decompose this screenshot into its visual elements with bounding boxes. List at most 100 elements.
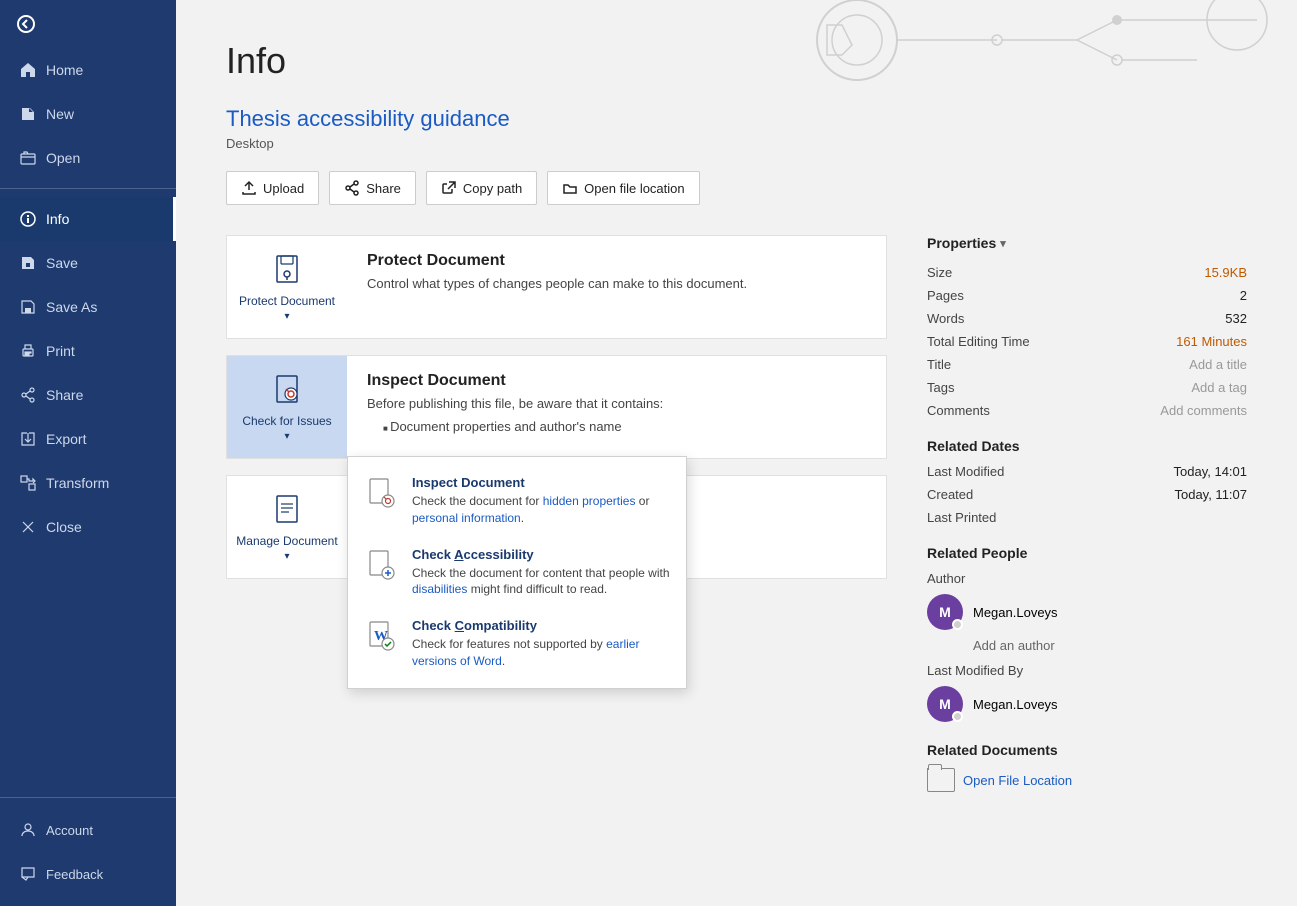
prop-value-editing-time: 161 Minutes bbox=[1176, 334, 1247, 349]
prop-label-size: Size bbox=[927, 265, 1067, 280]
inspect-document-content: Inspect Document Before publishing this … bbox=[347, 356, 886, 450]
dropdown-item-accessibility-text: Check Accessibility Check the document f… bbox=[412, 547, 670, 599]
prop-label-pages: Pages bbox=[927, 288, 1067, 303]
manage-document-icon bbox=[269, 492, 305, 528]
check-for-issues-button[interactable]: Check for Issues ▾ bbox=[227, 356, 347, 458]
dropdown-item-inspect-desc: Check the document for hidden properties… bbox=[412, 493, 670, 527]
folder-icon bbox=[927, 768, 955, 792]
sidebar-item-share[interactable]: Share bbox=[0, 373, 176, 417]
back-button[interactable] bbox=[0, 0, 176, 48]
doc-location: Desktop bbox=[226, 136, 1247, 151]
sidebar-item-transform[interactable]: Transform bbox=[0, 461, 176, 505]
protect-document-card: Protect Document ▾ Protect Document Cont… bbox=[226, 235, 887, 339]
prop-row-last-modified: Last Modified Today, 14:01 bbox=[927, 464, 1247, 479]
sidebar-label-transform: Transform bbox=[46, 475, 109, 491]
dropdown-item-accessibility-desc: Check the document for content that peop… bbox=[412, 565, 670, 599]
sidebar-item-feedback[interactable]: Feedback bbox=[0, 852, 176, 896]
copy-path-button[interactable]: Copy path bbox=[426, 171, 537, 205]
open-file-location-rel[interactable]: Open File Location bbox=[927, 768, 1247, 792]
prop-row-size: Size 15.9KB bbox=[927, 265, 1247, 280]
prop-label-editing-time: Total Editing Time bbox=[927, 334, 1067, 349]
prop-row-tags: Tags Add a tag bbox=[927, 380, 1247, 395]
open-file-location-icon bbox=[562, 180, 578, 196]
copy-path-label: Copy path bbox=[463, 181, 522, 196]
sidebar-label-export: Export bbox=[46, 431, 86, 447]
prop-label-author: Author bbox=[927, 571, 1067, 586]
avatar-status-modifier bbox=[952, 711, 963, 722]
sidebar-label-account: Account bbox=[46, 823, 93, 838]
sidebar-item-save[interactable]: Save bbox=[0, 241, 176, 285]
prop-value-last-modified: Today, 14:01 bbox=[1174, 464, 1247, 479]
copy-path-icon bbox=[441, 180, 457, 196]
prop-value-size: 15.9KB bbox=[1204, 265, 1247, 280]
sidebar-item-print[interactable]: Print bbox=[0, 329, 176, 373]
prop-value-tags[interactable]: Add a tag bbox=[1191, 380, 1247, 395]
prop-row-last-modified-by: Last Modified By bbox=[927, 663, 1247, 678]
prop-value-title[interactable]: Add a title bbox=[1189, 357, 1247, 372]
author-name-modifier: Megan.Loveys bbox=[973, 697, 1058, 712]
manage-document-button[interactable]: Manage Document ▾ bbox=[227, 476, 347, 578]
author-name-primary: Megan.Loveys bbox=[973, 605, 1058, 620]
inspect-document-card: Check for Issues ▾ Inspect Document Befo… bbox=[226, 355, 887, 459]
prop-label-last-printed: Last Printed bbox=[927, 510, 1067, 525]
protect-document-label: Protect Document ▾ bbox=[239, 294, 335, 322]
dropdown-item-compatibility-text: Check Compatibility Check for features n… bbox=[412, 618, 670, 670]
inspect-document-bullet: Document properties and author's name bbox=[383, 419, 866, 434]
properties-title: Properties bbox=[927, 235, 996, 251]
check-for-issues-icon bbox=[269, 372, 305, 408]
sidebar-item-new[interactable]: New bbox=[0, 92, 176, 136]
properties-panel: Properties ▾ Size 15.9KB Pages 2 Words 5… bbox=[927, 235, 1247, 792]
sidebar-nav: Home New Open Info Save Save As Print bbox=[0, 48, 176, 797]
upload-icon bbox=[241, 180, 257, 196]
dropdown-item-inspect[interactable]: Inspect Document Check the document for … bbox=[348, 465, 686, 537]
dropdown-item-compatibility-title: Check Compatibility bbox=[412, 618, 670, 633]
prop-value-words: 532 bbox=[1225, 311, 1247, 326]
content-layout: Protect Document ▾ Protect Document Cont… bbox=[226, 235, 1247, 792]
sidebar-label-print: Print bbox=[46, 343, 75, 359]
upload-button[interactable]: Upload bbox=[226, 171, 319, 205]
dropdown-item-accessibility[interactable]: Check Accessibility Check the document f… bbox=[348, 537, 686, 609]
sidebar-item-info[interactable]: Info bbox=[0, 197, 176, 241]
open-file-location-button[interactable]: Open file location bbox=[547, 171, 699, 205]
sidebar-item-account[interactable]: Account bbox=[0, 808, 176, 852]
check-for-issues-dropdown: Inspect Document Check the document for … bbox=[347, 456, 687, 689]
action-buttons: Upload Share Copy path Op bbox=[226, 171, 1247, 205]
prop-row-editing-time: Total Editing Time 161 Minutes bbox=[927, 334, 1247, 349]
open-file-location-label: Open file location bbox=[584, 181, 684, 196]
prop-value-pages: 2 bbox=[1240, 288, 1247, 303]
sidebar-label-open: Open bbox=[46, 150, 80, 166]
sidebar-item-export[interactable]: Export bbox=[0, 417, 176, 461]
sidebar-label-save: Save bbox=[46, 255, 78, 271]
related-dates-header: Related Dates bbox=[927, 438, 1247, 454]
protect-document-description: Control what types of changes people can… bbox=[367, 276, 866, 291]
prop-value-comments[interactable]: Add comments bbox=[1160, 403, 1247, 418]
dropdown-item-compatibility[interactable]: W Check Compatibility Check for features… bbox=[348, 608, 686, 680]
prop-row-author: Author bbox=[927, 571, 1247, 586]
share-button[interactable]: Share bbox=[329, 171, 416, 205]
check-compatibility-icon: W bbox=[364, 620, 400, 656]
sidebar-item-save-as[interactable]: Save As bbox=[0, 285, 176, 329]
inspect-document-dropdown-icon bbox=[364, 477, 400, 513]
prop-label-last-modified-by: Last Modified By bbox=[927, 663, 1067, 678]
prop-label-comments: Comments bbox=[927, 403, 1067, 418]
prop-row-comments: Comments Add comments bbox=[927, 403, 1247, 418]
sidebar: Home New Open Info Save Save As Print bbox=[0, 0, 176, 906]
sidebar-bottom: Account Feedback bbox=[0, 797, 176, 906]
inspect-document-heading: Inspect Document bbox=[367, 372, 866, 390]
sidebar-item-close[interactable]: Close bbox=[0, 505, 176, 549]
prop-row-created: Created Today, 11:07 bbox=[927, 487, 1247, 502]
sidebar-item-open[interactable]: Open bbox=[0, 136, 176, 180]
properties-chevron: ▾ bbox=[1000, 237, 1006, 250]
sidebar-label-share: Share bbox=[46, 387, 83, 403]
share-label: Share bbox=[366, 181, 401, 196]
add-author-button[interactable]: Add an author bbox=[973, 638, 1247, 653]
prop-row-words: Words 532 bbox=[927, 311, 1247, 326]
protect-document-heading: Protect Document bbox=[367, 252, 866, 270]
protect-document-button[interactable]: Protect Document ▾ bbox=[227, 236, 347, 338]
author-row-modifier: M Megan.Loveys bbox=[927, 686, 1247, 722]
sidebar-item-home[interactable]: Home bbox=[0, 48, 176, 92]
page-title: Info bbox=[226, 40, 1247, 82]
share-icon bbox=[344, 180, 360, 196]
inspect-document-description: Before publishing this file, be aware th… bbox=[367, 396, 866, 411]
author-avatar-primary: M bbox=[927, 594, 963, 630]
